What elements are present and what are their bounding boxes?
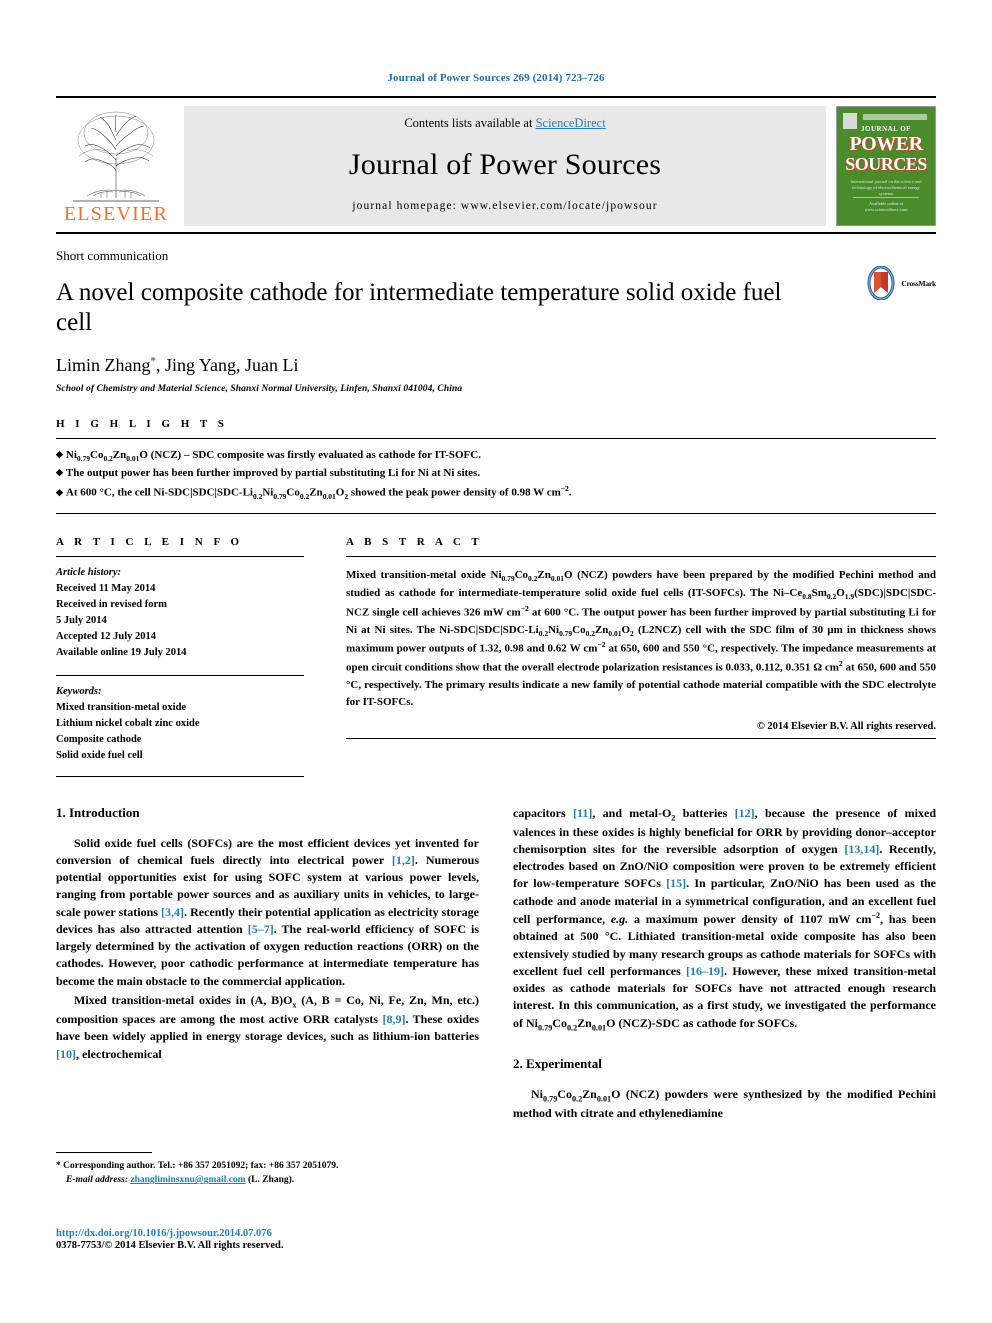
cover-power: POWER — [849, 133, 923, 155]
highlights-heading: H I G H L I G H T S — [56, 418, 228, 430]
keywords-label: Keywords: — [56, 685, 102, 697]
history-item: Available online 19 July 2014 — [56, 646, 187, 658]
author-list: Limin Zhang*, Jing Yang, Juan Li — [56, 355, 299, 375]
citation-link[interactable]: [1,2] — [392, 853, 415, 867]
footnote-block: * Corresponding author. Tel.: +86 357 20… — [56, 1152, 456, 1188]
journal-homepage[interactable]: journal homepage: www.elsevier.com/locat… — [184, 200, 826, 212]
keywords-bottom-rule — [56, 775, 304, 777]
article-history-label: Article history: — [56, 567, 122, 579]
elsevier-tree-icon — [73, 111, 159, 202]
cover-footer: Available online at www.sciencedirect.co… — [853, 197, 919, 213]
experimental-heading: 2. Experimental — [513, 1055, 602, 1071]
corresponding-author-note: * Corresponding author. Tel.: +86 357 20… — [56, 1161, 339, 1171]
left-column: 1. Introduction Solid oxide fuel cells (… — [56, 805, 479, 1125]
email-link[interactable]: zhangliminsxnu@gmail.com — [130, 1175, 245, 1185]
highlights-bottom-rule — [56, 513, 936, 515]
journal-title: Journal of Power Sources — [348, 147, 662, 181]
running-head: Journal of Power Sources 269 (2014) 723–… — [387, 72, 605, 84]
keyword-item: Solid oxide fuel cell — [56, 749, 143, 761]
history-item: 5 July 2014 — [56, 614, 107, 626]
paragraph: Ni0.79Co0.2Zn0.01O (NCZ) powders were sy… — [513, 1086, 936, 1120]
journal-cover-thumbnail: JOURNAL OF POWER SOURCES International j… — [836, 106, 936, 226]
citation-link[interactable]: [16–19] — [686, 964, 724, 978]
journal-banner: Contents lists available at ScienceDirec… — [184, 106, 826, 226]
abstract-heading: A B S T R A C T — [346, 536, 483, 549]
history-item: Accepted 12 July 2014 — [56, 630, 157, 642]
abstract-bottom-rule — [346, 738, 936, 740]
highlights-list: ◆ Ni0.79Co0.2Zn0.01O (NCZ) – SDC composit… — [56, 439, 936, 513]
keywords-block: Keywords: Mixed transition-metal oxide L… — [56, 676, 304, 764]
contents-prefix: Contents lists available at — [404, 116, 536, 130]
highlight-item: ◆ At 600 °C, the cell Ni-SDC|SDC|SDC-Li0.… — [56, 484, 572, 501]
paper-page: Journal of Power Sources 269 (2014) 723–… — [0, 0, 992, 1323]
affiliation: School of Chemistry and Material Science… — [56, 384, 463, 394]
article-header: Short communication A novel composite ca… — [56, 248, 936, 394]
footer-block: http://dx.doi.org/10.1016/j.jpowsour.201… — [56, 1228, 283, 1251]
bullet-icon: ◆ — [56, 486, 63, 497]
keyword-item: Mixed transition-metal oxide — [56, 701, 187, 713]
article-type: Short communication — [56, 248, 169, 263]
issn-copyright: 0378-7753/© 2014 Elsevier B.V. All right… — [56, 1240, 284, 1251]
info-abstract-row: A R T I C L E I N F O Article history: R… — [56, 536, 936, 777]
email-suffix: (L. Zhang). — [245, 1175, 295, 1186]
paragraph: Mixed transition-metal oxides in (A, B)O… — [56, 992, 479, 1061]
history-item: Received in revised form — [56, 598, 167, 610]
citation-link[interactable]: [8,9] — [382, 1012, 405, 1026]
crossmark-icon — [867, 266, 895, 300]
bullet-icon: ◆ — [56, 449, 63, 459]
article-title: A novel composite cathode for intermedia… — [56, 279, 782, 336]
abstract-column: A B S T R A C T Mixed transition-metal o… — [346, 536, 936, 776]
citation-link[interactable]: [5–7] — [248, 922, 274, 936]
crossmark-label: CrossMark — [901, 278, 936, 288]
doi-link[interactable]: http://dx.doi.org/10.1016/j.jpowsour.201… — [56, 1228, 283, 1239]
highlight-item: ◆ The output power has been further impro… — [56, 467, 481, 480]
highlight-item: ◆ Ni0.79Co0.2Zn0.01O (NCZ) – SDC composit… — [56, 449, 481, 464]
paragraph: capacitors [11], and metal-O2 batteries … — [513, 805, 937, 1032]
article-info-column: A R T I C L E I N F O Article history: R… — [56, 536, 304, 777]
right-column: capacitors [11], and metal-O2 batteries … — [513, 805, 936, 1125]
abstract-copyright: © 2014 Elsevier B.V. All rights reserved… — [756, 721, 936, 733]
keyword-item: Composite cathode — [56, 733, 142, 745]
bullet-icon: ◆ — [56, 467, 63, 478]
citation-link[interactable]: [10] — [56, 1047, 76, 1061]
footnote-rule — [56, 1152, 152, 1153]
citation-link[interactable]: [11] — [573, 806, 592, 820]
introduction-heading: 1. Introduction — [56, 804, 140, 820]
highlights-section: H I G H L I G H T S ◆ Ni0.79Co0.2Zn0.01O … — [56, 418, 936, 515]
elsevier-logo: ELSEVIER — [56, 106, 176, 226]
keyword-item: Lithium nickel cobalt zinc oxide — [56, 717, 200, 729]
elsevier-wordmark: ELSEVIER — [63, 203, 169, 225]
cover-top-bar — [863, 114, 927, 120]
citation-link[interactable]: [12] — [735, 806, 755, 820]
citation-link[interactable]: [3,4] — [161, 905, 184, 919]
citation-link[interactable]: [13,14] — [844, 842, 879, 856]
sciencedirect-link[interactable]: ScienceDirect — [536, 116, 606, 130]
masthead-bottom-rule — [56, 232, 936, 234]
cover-sources: SOURCES — [845, 154, 927, 174]
corresponding-author-marker: * — [150, 355, 156, 367]
history-item: Received 11 May 2014 — [56, 583, 156, 595]
email-label: E-mail address: — [66, 1175, 129, 1186]
article-info-heading: A R T I C L E I N F O — [56, 536, 244, 549]
article-history: Article history: Received 11 May 2014 Re… — [56, 557, 304, 661]
crossmark-badge[interactable]: CrossMark — [864, 266, 936, 300]
abstract-text: Mixed transition-metal oxide Ni0.79Co0.2… — [346, 569, 937, 709]
journal-masthead: ELSEVIER Contents lists available at Sci… — [56, 96, 936, 226]
body-columns: 1. Introduction Solid oxide fuel cells (… — [56, 805, 936, 1125]
cover-subtitle: International journal on the science and… — [850, 179, 922, 196]
cover-journal-of: JOURNAL OF — [861, 125, 911, 133]
citation-link[interactable]: [15] — [666, 876, 686, 890]
paragraph: Solid oxide fuel cells (SOFCs) are the m… — [56, 835, 479, 988]
email-note: E-mail address: zhangliminsxnu@gmail.com… — [56, 1173, 456, 1187]
contents-line: Contents lists available at ScienceDirec… — [184, 116, 826, 131]
